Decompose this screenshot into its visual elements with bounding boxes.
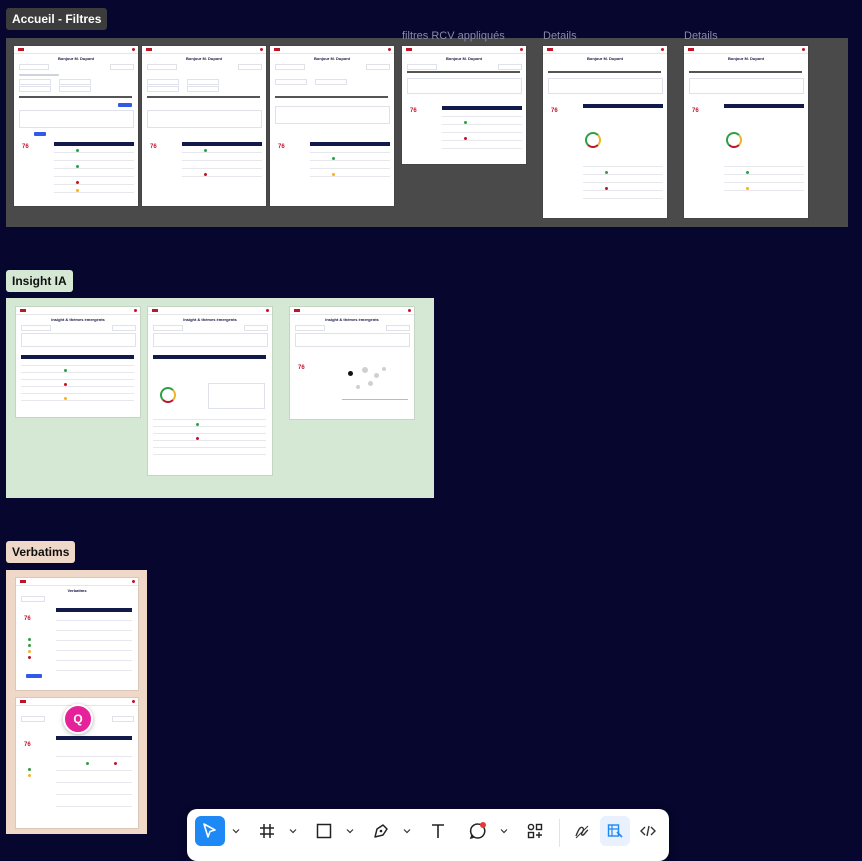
- frame-verbatims-1[interactable]: Verbatims 76: [16, 578, 138, 690]
- frame-accueil-2[interactable]: Bonjour M. Dupont 76: [142, 46, 266, 206]
- thumb-title: Verbatims: [67, 588, 87, 593]
- frame-insight-2[interactable]: Insight & thèmes émergents: [148, 307, 272, 475]
- collaborator-avatar[interactable]: Q: [63, 704, 93, 734]
- frame-title-details-2[interactable]: Details: [684, 30, 718, 42]
- frame-tool[interactable]: [252, 816, 282, 846]
- thumb-title: Bonjour M. Dupont: [186, 56, 222, 61]
- frame-accueil-3[interactable]: Bonjour M. Dupont 76: [270, 46, 394, 206]
- section-label-verbatims[interactable]: Verbatims: [6, 541, 76, 563]
- frame-title-filtres-rcv[interactable]: filtres RCV appliqués: [402, 30, 505, 42]
- components-grid-icon: [527, 823, 543, 839]
- thumb-title: Bonjour M. Dupont: [446, 56, 482, 61]
- move-tool[interactable]: [195, 816, 225, 846]
- design-mode[interactable]: [600, 816, 630, 846]
- bottom-toolbar: [187, 809, 669, 861]
- pen-tool[interactable]: [366, 816, 396, 846]
- shape-tool[interactable]: [309, 816, 339, 846]
- section-label-insight[interactable]: Insight IA: [6, 270, 73, 292]
- pen-nib-icon: [374, 824, 388, 838]
- text-t-icon: [432, 824, 444, 838]
- frame-details-2[interactable]: Bonjour M. Dupont 76: [684, 46, 808, 218]
- frame-insight-1[interactable]: Insight & thèmes émergents: [16, 307, 140, 417]
- comment-bubble-icon: [469, 822, 486, 840]
- frame-details-1[interactable]: Bonjour M. Dupont 76: [543, 46, 667, 218]
- section-label-accueil[interactable]: Accueil - Filtres: [6, 8, 108, 30]
- chevron-down-icon[interactable]: [500, 827, 508, 835]
- thumb-title: Insight & thèmes émergents: [325, 317, 379, 322]
- chevron-down-icon[interactable]: [403, 827, 411, 835]
- frame-hash-icon: [260, 824, 274, 838]
- dev-mode[interactable]: [633, 816, 663, 846]
- actions-tool[interactable]: [520, 816, 550, 846]
- thumb-title: Bonjour M. Dupont: [314, 56, 350, 61]
- toolbar-divider: [559, 819, 560, 847]
- chevron-down-icon[interactable]: [346, 827, 354, 835]
- frame-filtres-rcv[interactable]: Bonjour M. Dupont 76: [402, 46, 526, 164]
- cursor-arrow-icon: [203, 823, 216, 838]
- frame-accueil-1[interactable]: Bonjour M. Dupont 76: [14, 46, 138, 206]
- thumb-title: Insight & thèmes émergents: [51, 317, 105, 322]
- frame-insight-3[interactable]: Insight & thèmes émergents 76: [290, 307, 414, 419]
- thumb-title: Insight & thèmes émergents: [183, 317, 237, 322]
- comment-tool[interactable]: [463, 816, 493, 846]
- thumb-title: Bonjour M. Dupont: [728, 56, 764, 61]
- text-tool[interactable]: [423, 816, 453, 846]
- code-brackets-icon: [640, 825, 656, 837]
- frame-title-details-1[interactable]: Details: [543, 30, 577, 42]
- thumb-title: Bonjour M. Dupont: [587, 56, 623, 61]
- draw-scribble-icon: [575, 825, 589, 839]
- draw-mode[interactable]: [567, 816, 597, 846]
- chevron-down-icon[interactable]: [289, 827, 297, 835]
- rectangle-icon: [316, 823, 332, 839]
- thumb-title: Bonjour M. Dupont: [58, 56, 94, 61]
- design-pen-icon: [607, 824, 623, 838]
- chevron-down-icon[interactable]: [232, 827, 240, 835]
